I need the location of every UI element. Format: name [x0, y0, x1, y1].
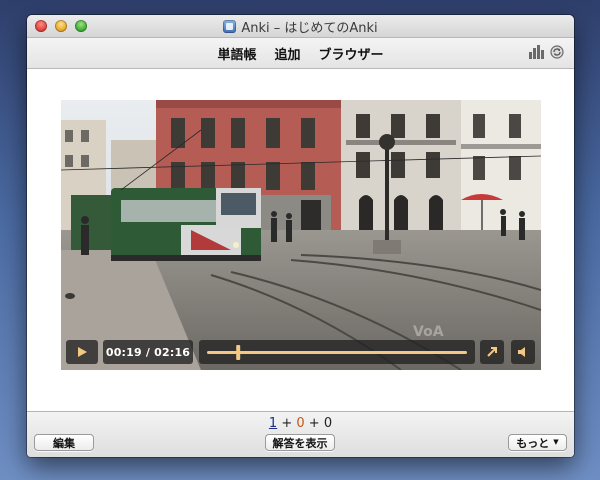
play-icon: [78, 347, 87, 357]
volume-button[interactable]: [511, 340, 535, 364]
show-answer-label: 解答を表示: [272, 436, 328, 450]
count-separator: +: [281, 416, 293, 431]
main-toolbar: 単語帳 追加 ブラウザー: [27, 38, 574, 69]
anki-window: Anki – はじめてのAnki 単語帳 追加 ブラウザー VoA 00:19 …: [27, 15, 574, 457]
edit-button-label: 編集: [53, 436, 75, 450]
toolbar-link-browse[interactable]: ブラウザー: [319, 44, 384, 63]
seek-bar[interactable]: [199, 340, 475, 364]
review-bottom-bar: 1 + 0 + 0 編集 解答を表示 もっと ▼: [27, 411, 574, 457]
play-button[interactable]: [66, 340, 98, 364]
video-controls: 00:19 / 02:16: [61, 340, 541, 370]
due-counts: 1 + 0 + 0: [27, 416, 574, 431]
new-count: 1: [268, 416, 278, 431]
svg-text:VoA: VoA: [413, 324, 444, 340]
video-player[interactable]: VoA 00:19 / 02:16: [61, 100, 541, 370]
window-title: Anki – はじめてのAnki: [241, 21, 378, 36]
learn-count: 0: [296, 416, 305, 431]
time-display-text: 00:19 / 02:16: [105, 345, 191, 359]
seek-handle[interactable]: [236, 345, 241, 360]
seek-rail: [207, 351, 467, 354]
anki-app-icon: [223, 20, 237, 33]
seek-track: [207, 345, 467, 360]
toolbar-link-add[interactable]: 追加: [274, 44, 300, 63]
card-content: VoA 00:19 / 02:16: [27, 69, 574, 411]
speaker-icon: [518, 347, 525, 357]
more-button[interactable]: もっと ▼: [508, 434, 567, 451]
more-button-label: もっと: [516, 436, 550, 450]
review-count: 0: [323, 416, 333, 431]
fullscreen-button[interactable]: [480, 340, 504, 364]
count-separator: +: [308, 416, 320, 431]
show-answer-button[interactable]: 解答を表示: [265, 434, 335, 451]
chevron-down-icon: ▼: [553, 438, 559, 446]
stats-icon[interactable]: [529, 45, 544, 59]
expand-icon: [487, 347, 497, 357]
title-bar[interactable]: Anki – はじめてのAnki: [27, 15, 574, 38]
time-display: 00:19 / 02:16: [103, 340, 193, 364]
toolbar-link-decks[interactable]: 単語帳: [217, 44, 256, 63]
sync-icon[interactable]: [550, 45, 564, 59]
video-frame-street-scene: VoA: [61, 100, 541, 370]
edit-button[interactable]: 編集: [34, 434, 94, 451]
